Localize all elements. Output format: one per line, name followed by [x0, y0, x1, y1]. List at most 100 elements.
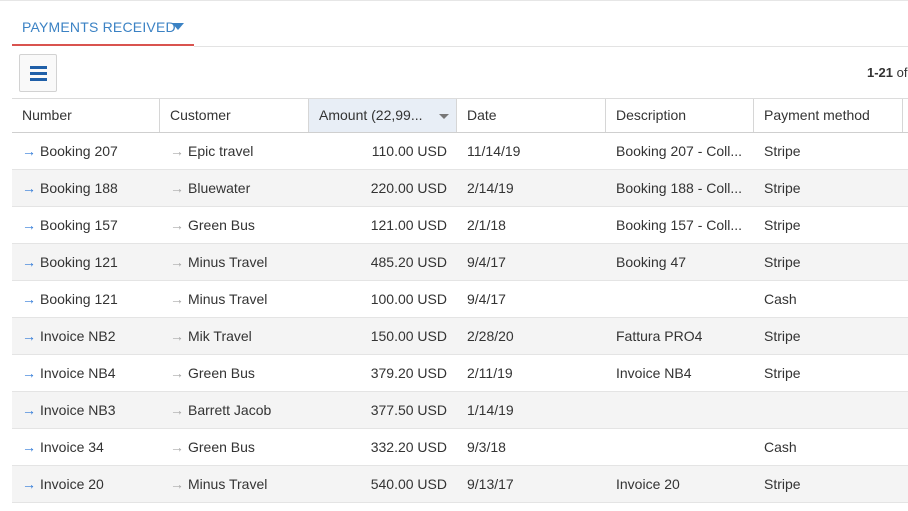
column-header-date[interactable]: Date — [457, 99, 606, 132]
column-header-amount-label: Amount (22,99... — [319, 107, 423, 123]
tab-payments-received[interactable]: PAYMENTS RECEIVED — [12, 10, 194, 46]
number-cell[interactable]: → Booking 188 — [22, 170, 160, 206]
amount-cell: 100.00 USD — [370, 291, 447, 307]
customer-link[interactable]: Minus Travel — [188, 254, 267, 270]
description-cell — [616, 429, 751, 465]
number-link[interactable]: Invoice NB2 — [40, 328, 115, 344]
customer-cell[interactable]: → Bluewater — [170, 170, 308, 206]
arrow-right-icon: → — [22, 402, 36, 418]
date-cell: 2/28/20 — [467, 328, 514, 344]
payment-method-cell: Stripe — [764, 180, 801, 196]
number-cell[interactable]: → Invoice 20 — [22, 466, 160, 502]
customer-cell[interactable]: → Epic travel — [170, 133, 308, 169]
arrow-right-icon: → — [22, 143, 36, 159]
customer-cell[interactable]: → Green Bus — [170, 429, 308, 465]
caret-down-icon[interactable] — [172, 23, 184, 30]
amount-cell: 540.00 USD — [370, 476, 447, 492]
customer-cell[interactable]: → Green Bus — [170, 355, 308, 391]
arrow-right-icon: → — [170, 365, 184, 381]
date-cell: 2/11/19 — [467, 365, 513, 381]
customer-cell[interactable]: → Mik Travel — [170, 318, 308, 354]
table-row[interactable]: → Invoice NB2 → Mik Travel 150.00 USD 2/28/20… — [12, 318, 908, 355]
number-link[interactable]: Invoice 20 — [40, 476, 104, 492]
column-header-customer[interactable]: Customer — [160, 99, 309, 132]
pagination-suffix: of — [893, 65, 908, 80]
customer-link[interactable]: Minus Travel — [188, 291, 267, 307]
payment-method-cell: Cash — [764, 291, 797, 307]
arrow-right-icon: → — [170, 402, 184, 418]
number-link[interactable]: Booking 121 — [40, 291, 118, 307]
customer-link[interactable]: Green Bus — [188, 217, 255, 233]
number-link[interactable]: Booking 121 — [40, 254, 118, 270]
pagination-range: 1-21 — [867, 65, 894, 80]
number-link[interactable]: Booking 207 — [40, 143, 118, 159]
customer-link[interactable]: Minus Travel — [188, 476, 267, 492]
customer-cell[interactable]: → Minus Travel — [170, 244, 308, 280]
customer-link[interactable]: Barrett Jacob — [188, 402, 271, 418]
date-cell: 11/14/19 — [467, 143, 521, 159]
customer-link[interactable]: Green Bus — [188, 439, 255, 455]
table-row[interactable]: → Booking 121 → Minus Travel 100.00 USD 9/4/1… — [12, 281, 908, 318]
table-row[interactable]: → Booking 188 → Bluewater 220.00 USD 2/14/19 B… — [12, 170, 908, 207]
tab-bar-divider — [194, 46, 908, 47]
table-body: → Booking 207 → Epic travel 110.00 USD 11/14/… — [12, 133, 908, 503]
number-cell[interactable]: → Invoice NB3 — [22, 392, 160, 428]
arrow-right-icon: → — [170, 180, 184, 196]
customer-cell[interactable]: → Minus Travel — [170, 466, 308, 502]
table-row[interactable]: → Invoice NB3 → Barrett Jacob 377.50 USD 1/14… — [12, 392, 908, 429]
date-cell: 9/3/18 — [467, 439, 506, 455]
sort-caret-down-icon[interactable] — [439, 114, 449, 119]
arrow-right-icon: → — [22, 476, 36, 492]
number-cell[interactable]: → Invoice NB4 — [22, 355, 160, 391]
column-header-number[interactable]: Number — [12, 99, 160, 132]
payment-method-cell: Stripe — [764, 254, 801, 270]
arrow-right-icon: → — [170, 143, 184, 159]
arrow-right-icon: → — [170, 328, 184, 344]
arrow-right-icon: → — [170, 291, 184, 307]
number-cell[interactable]: → Booking 157 — [22, 207, 160, 243]
customer-link[interactable]: Epic travel — [188, 143, 253, 159]
date-cell: 2/14/19 — [467, 180, 514, 196]
arrow-right-icon: → — [170, 254, 184, 270]
table-row[interactable]: → Invoice NB4 → Green Bus 379.20 USD 2/11/19 I… — [12, 355, 908, 392]
column-header-amount[interactable]: Amount (22,99... — [309, 99, 457, 132]
table-row[interactable]: → Booking 121 → Minus Travel 485.20 USD 9/4/1… — [12, 244, 908, 281]
payments-table: Number Customer Amount (22,99... Date De… — [12, 98, 908, 503]
customer-link[interactable]: Bluewater — [188, 180, 250, 196]
description-cell — [616, 281, 751, 317]
number-cell[interactable]: → Booking 207 — [22, 133, 160, 169]
payment-method-cell: Stripe — [764, 217, 801, 233]
description-cell: Invoice NB4 — [616, 365, 692, 381]
arrow-right-icon: → — [22, 291, 36, 307]
menu-button[interactable] — [19, 54, 57, 92]
column-header-payment-method[interactable]: Payment method — [754, 99, 903, 132]
customer-link[interactable]: Mik Travel — [188, 328, 252, 344]
number-link[interactable]: Invoice NB3 — [40, 402, 115, 418]
table-row[interactable]: → Booking 207 → Epic travel 110.00 USD 11/14/… — [12, 133, 908, 170]
column-header-description[interactable]: Description — [606, 99, 754, 132]
payment-method-cell: Cash — [764, 439, 797, 455]
table-row[interactable]: → Invoice 34 → Green Bus 332.20 USD 9/3/18 Cas… — [12, 429, 908, 466]
amount-cell: 485.20 USD — [370, 254, 447, 270]
customer-cell[interactable]: → Minus Travel — [170, 281, 308, 317]
customer-cell[interactable]: → Barrett Jacob — [170, 392, 308, 428]
arrow-right-icon: → — [22, 180, 36, 196]
payment-method-cell: Stripe — [764, 143, 801, 159]
customer-cell[interactable]: → Green Bus — [170, 207, 308, 243]
arrow-right-icon: → — [22, 217, 36, 233]
number-link[interactable]: Invoice NB4 — [40, 365, 115, 381]
number-cell[interactable]: → Booking 121 — [22, 244, 160, 280]
number-link[interactable]: Invoice 34 — [40, 439, 104, 455]
payment-method-cell: Stripe — [764, 328, 801, 344]
number-link[interactable]: Booking 188 — [40, 180, 118, 196]
table-row[interactable]: → Invoice 20 → Minus Travel 540.00 USD 9/13/1… — [12, 466, 908, 503]
description-cell: Booking 188 - Coll... — [616, 180, 743, 196]
customer-link[interactable]: Green Bus — [188, 365, 255, 381]
table-row[interactable]: → Booking 157 → Green Bus 121.00 USD 2/1/18 Bo… — [12, 207, 908, 244]
arrow-right-icon: → — [22, 328, 36, 344]
payment-method-cell: Stripe — [764, 365, 801, 381]
number-cell[interactable]: → Invoice 34 — [22, 429, 160, 465]
number-link[interactable]: Booking 157 — [40, 217, 118, 233]
number-cell[interactable]: → Invoice NB2 — [22, 318, 160, 354]
number-cell[interactable]: → Booking 121 — [22, 281, 160, 317]
